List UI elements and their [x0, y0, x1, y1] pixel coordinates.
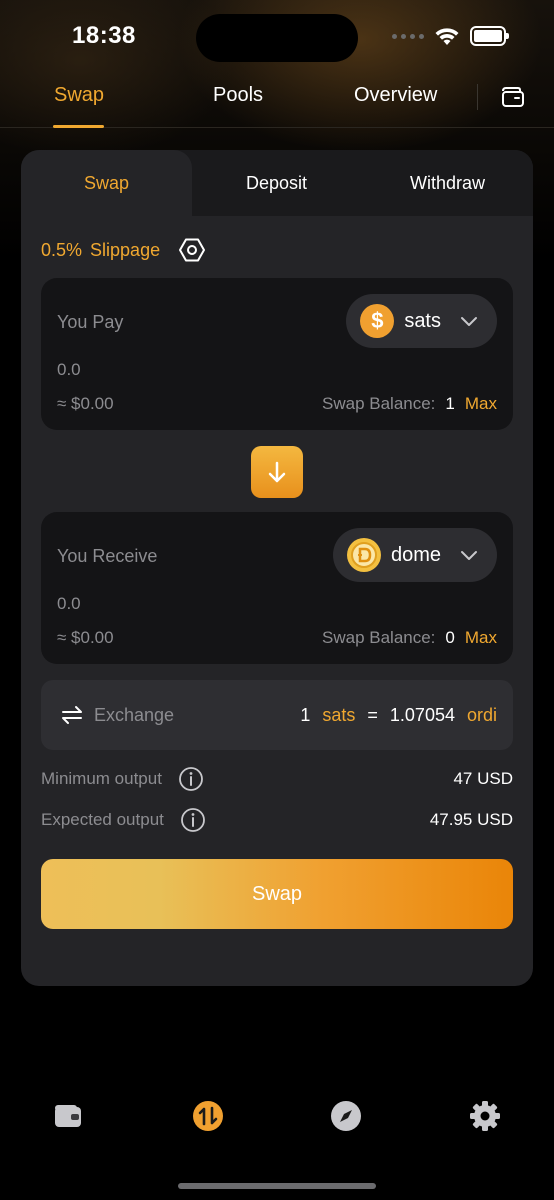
swap-direction-button[interactable] — [251, 446, 303, 498]
info-icon[interactable] — [180, 807, 206, 833]
exchange-rate: 1 sats = 1.07054 ordi — [300, 705, 497, 726]
exchange-arrows-icon — [62, 706, 82, 724]
exchange-rate-row: Exchange 1 sats = 1.07054 ordi — [41, 680, 513, 750]
home-indicator — [178, 1183, 376, 1189]
receive-label: You Receive — [57, 546, 158, 566]
subtab-withdraw[interactable]: Withdraw — [362, 150, 533, 216]
folder-wallet-icon[interactable] — [500, 84, 526, 110]
tab-overview[interactable]: Overview — [354, 84, 437, 107]
pay-token-select[interactable]: $ sats — [346, 294, 497, 348]
exchange-right-amount: 1.07054 — [389, 705, 455, 725]
nav-divider — [477, 84, 478, 110]
pay-balance: Swap Balance: 1 Max — [322, 394, 497, 414]
minimum-output-value: 47 USD — [453, 769, 513, 788]
active-tab-indicator — [53, 125, 104, 128]
slippage-label: Slippage — [90, 239, 161, 260]
exchange-equals: = — [367, 705, 378, 725]
pay-max-button[interactable]: Max — [465, 394, 497, 414]
receive-max-button[interactable]: Max — [465, 628, 497, 648]
tab-pools[interactable]: Pools — [213, 84, 263, 107]
receive-usd-value: ≈ $0.00 — [57, 628, 114, 647]
receive-token-label: dome — [390, 543, 441, 566]
bottom-nav — [0, 1090, 554, 1150]
gear-icon[interactable] — [469, 1100, 501, 1132]
swap-button[interactable]: Swap — [41, 859, 513, 929]
pay-usd-value: ≈ $0.00 — [57, 394, 114, 413]
expected-output-label: Expected output — [41, 810, 164, 829]
exchange-right-token: ordi — [466, 705, 497, 725]
expected-output-value: 47.95 USD — [429, 810, 513, 829]
wallet-icon[interactable] — [52, 1100, 84, 1132]
compass-icon[interactable] — [330, 1100, 362, 1132]
pay-amount-input[interactable]: 0.0 — [57, 360, 81, 380]
chevron-down-icon — [461, 551, 477, 560]
receive-balance: Swap Balance: 0 Max — [322, 628, 497, 648]
settings-hex-icon[interactable] — [178, 236, 206, 264]
exchange-left-amount: 1 — [300, 705, 311, 725]
receive-token-select[interactable]: dome — [332, 528, 497, 582]
wifi-icon — [435, 28, 459, 45]
swap-icon[interactable] — [192, 1100, 224, 1132]
minimum-output-row: Minimum output 47 USD — [41, 764, 513, 794]
pay-token-label: sats — [404, 309, 441, 332]
dome-coin-icon — [346, 538, 381, 572]
battery-icon — [470, 26, 509, 46]
chevron-down-icon — [461, 317, 477, 326]
slippage-value: 0.5% — [41, 239, 83, 260]
slippage-setting[interactable]: 0.5% Slippage — [41, 236, 206, 264]
pay-balance-label: Swap Balance: — [322, 394, 436, 413]
subtab-deposit[interactable]: Deposit — [191, 150, 362, 216]
top-nav: Swap Pools Overview — [0, 76, 554, 128]
receive-balance-label: Swap Balance: — [322, 628, 436, 647]
pay-balance-value: 1 — [445, 394, 455, 413]
pay-label: You Pay — [57, 312, 124, 332]
sub-tabs: Swap Deposit Withdraw — [21, 150, 533, 216]
subtab-swap[interactable]: Swap — [21, 150, 192, 216]
exchange-left-token: sats — [322, 705, 356, 725]
status-time: 18:38 — [72, 22, 136, 49]
arrow-down-icon — [268, 461, 286, 483]
expected-output-row: Expected output 47.95 USD — [41, 805, 513, 835]
tab-swap[interactable]: Swap — [54, 84, 104, 107]
dynamic-island — [196, 14, 358, 62]
pay-panel: You Pay $ sats 0.0 ≈ $0.00 Swap Balance:… — [41, 278, 513, 430]
status-icons — [392, 26, 509, 46]
receive-panel: You Receive dome 0.0 ≈ $0.00 Swap Balanc… — [41, 512, 513, 664]
sats-coin-icon: $ — [360, 304, 395, 338]
swap-card: Swap Deposit Withdraw 0.5% Slippage You … — [21, 150, 533, 986]
minimum-output-label: Minimum output — [41, 769, 162, 788]
exchange-label: Exchange — [94, 705, 175, 725]
signal-icon — [392, 33, 424, 39]
receive-amount-input[interactable]: 0.0 — [57, 594, 81, 614]
info-icon[interactable] — [178, 766, 204, 792]
receive-balance-value: 0 — [445, 628, 455, 647]
